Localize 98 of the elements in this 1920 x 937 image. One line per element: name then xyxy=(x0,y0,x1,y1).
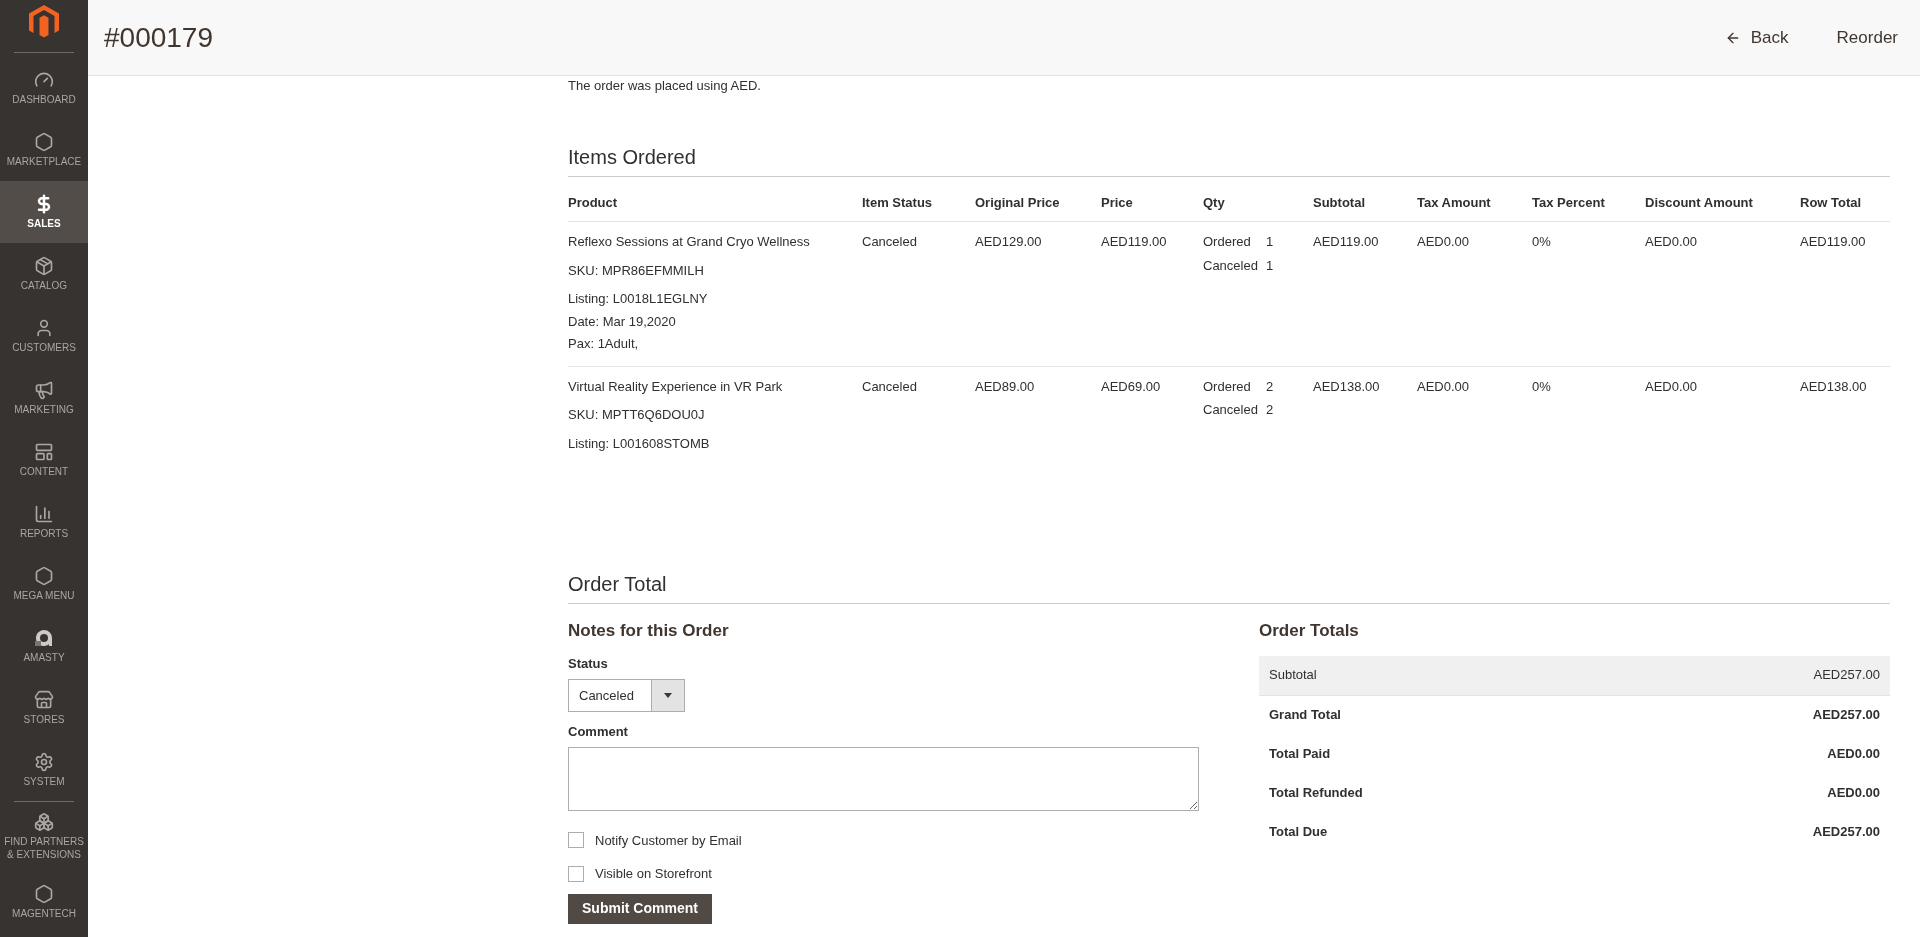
qty-value: 1 xyxy=(1265,233,1274,251)
column-header: Tax Amount xyxy=(1417,193,1492,212)
totals-label: Subtotal xyxy=(1269,666,1317,685)
back-button[interactable]: Back xyxy=(1724,24,1789,51)
page-title: #000179 xyxy=(104,20,214,55)
qty-value: 2 xyxy=(1265,377,1274,396)
product-option: Listing: L0018L1EGLNY xyxy=(568,289,862,309)
qty-value: 2 xyxy=(1265,401,1274,419)
qty-label: Canceled xyxy=(1203,401,1258,419)
qty-label: Canceled xyxy=(1203,256,1258,275)
reorder-button[interactable]: Reorder xyxy=(1836,24,1898,51)
totals-label: Total Paid xyxy=(1269,745,1331,764)
product-option: Date: Mar 19,2020 xyxy=(568,311,862,331)
sidebar-item[interactable]: CONTENT xyxy=(0,429,88,491)
totals-label: Total Due xyxy=(1269,823,1328,842)
box-icon xyxy=(34,256,54,276)
comment-label: Comment xyxy=(568,723,628,741)
discount-amount: AED0.00 xyxy=(1645,233,1699,251)
product-option: Listing: L001608STOMB xyxy=(568,433,862,453)
qty-value: 1 xyxy=(1265,256,1274,275)
checkbox-label: Notify Customer by Email xyxy=(595,831,742,850)
hexagon-icon xyxy=(34,566,54,586)
subtotal: AED119.00 xyxy=(1313,233,1380,251)
sidebar-item[interactable]: CATALOG xyxy=(0,243,88,305)
store-icon xyxy=(34,690,54,710)
totals-value: AED257.00 xyxy=(1812,823,1880,842)
item-status: Canceled xyxy=(862,377,918,396)
column-header: Product xyxy=(568,193,619,212)
section-title: Order Total xyxy=(568,569,1890,604)
checkbox-label: Visible on Storefront xyxy=(595,865,712,883)
column-header: Discount Amount xyxy=(1645,193,1754,212)
person-icon xyxy=(34,318,54,338)
column-header: Subtotal xyxy=(1313,193,1366,212)
row-total: AED138.00 xyxy=(1800,377,1868,396)
totals-title: Order Totals xyxy=(1259,620,1360,642)
original-price: AED89.00 xyxy=(975,377,1036,396)
item-status: Canceled xyxy=(862,233,918,251)
sidebar-item[interactable]: MARKETPLACE xyxy=(0,119,88,181)
totals-label: Grand Total xyxy=(1269,706,1341,725)
totals-value: AED0.00 xyxy=(1827,784,1880,803)
hexagon-icon xyxy=(34,132,54,152)
tax-amount: AED0.00 xyxy=(1417,377,1471,396)
totals-label: Total Refunded xyxy=(1269,784,1363,803)
sidebar-item[interactable]: SYSTEM xyxy=(0,739,88,801)
currency-note: The order was placed using AED. xyxy=(568,77,762,95)
totals-value: AED257.00 xyxy=(1813,666,1880,685)
notes-title: Notes for this Order xyxy=(568,620,730,642)
checkbox[interactable] xyxy=(568,832,584,849)
sidebar-item[interactable]: MEGA MENU xyxy=(0,553,88,615)
megaphone-icon xyxy=(34,380,54,400)
sidebar-item[interactable]: CUSTOMERS xyxy=(0,305,88,367)
tax-percent: 0% xyxy=(1532,233,1552,251)
column-header: Row Total xyxy=(1800,193,1863,212)
sidebar-item[interactable]: MARKETING xyxy=(0,367,88,429)
magento-logo xyxy=(29,4,59,40)
tax-percent: 0% xyxy=(1532,377,1552,396)
row-total: AED119.00 xyxy=(1800,233,1867,251)
dropdown-caret-icon xyxy=(664,693,672,698)
comment-field[interactable] xyxy=(568,746,1199,811)
status-select[interactable]: Canceled xyxy=(568,679,685,712)
column-header: Qty xyxy=(1203,193,1226,212)
hexagon-icon xyxy=(34,884,54,904)
sidebar-item[interactable]: REPORTS xyxy=(0,491,88,553)
status-label: Status xyxy=(568,654,608,673)
column-header: Original Price xyxy=(975,193,1061,212)
letter-a-icon xyxy=(34,628,54,648)
price: AED119.00 xyxy=(1101,233,1168,251)
qty-label: Ordered xyxy=(1203,233,1252,251)
product-name: Virtual Reality Experience in VR Park xyxy=(568,377,784,396)
qty-label: Ordered xyxy=(1203,377,1252,396)
price: AED69.00 xyxy=(1101,377,1162,396)
gauge-icon xyxy=(34,70,54,90)
sidebar-item[interactable]: STORES xyxy=(0,677,88,739)
sidebar-item[interactable]: AMASTY xyxy=(0,615,88,677)
totals-value: AED257.00 xyxy=(1812,706,1880,725)
sidebar-item[interactable]: DASHBOARD xyxy=(0,57,88,119)
sidebar-item[interactable]: MAGENTECH xyxy=(0,871,88,933)
sidebar-item[interactable]: FIND PARTNERS & EXTENSIONS xyxy=(0,802,88,871)
subtotal: AED138.00 xyxy=(1313,377,1381,396)
tax-amount: AED0.00 xyxy=(1417,233,1471,251)
column-header: Tax Percent xyxy=(1532,193,1606,212)
column-header: Price xyxy=(1101,193,1134,212)
blocks-icon xyxy=(34,812,54,832)
product-sku: SKU: MPTT6Q6DOU0J xyxy=(568,406,706,424)
product-sku: SKU: MPR86EFMMILH xyxy=(568,261,705,280)
product-name: Reflexo Sessions at Grand Cryo Wellness xyxy=(568,233,811,251)
section-title: Items Ordered xyxy=(568,141,1890,177)
checkbox[interactable] xyxy=(568,865,584,882)
settings-icon xyxy=(34,752,54,772)
product-option: Pax: 1Adult, xyxy=(568,334,862,354)
column-header: Item Status xyxy=(862,193,934,212)
sidebar-item[interactable]: SALES xyxy=(0,181,88,243)
discount-amount: AED0.00 xyxy=(1645,377,1699,396)
submit-comment-button[interactable]: Submit Comment xyxy=(568,893,712,924)
original-price: AED129.00 xyxy=(975,233,1043,251)
layout-icon xyxy=(34,442,54,462)
bar-chart-icon xyxy=(34,504,54,524)
totals-value: AED0.00 xyxy=(1827,745,1880,764)
